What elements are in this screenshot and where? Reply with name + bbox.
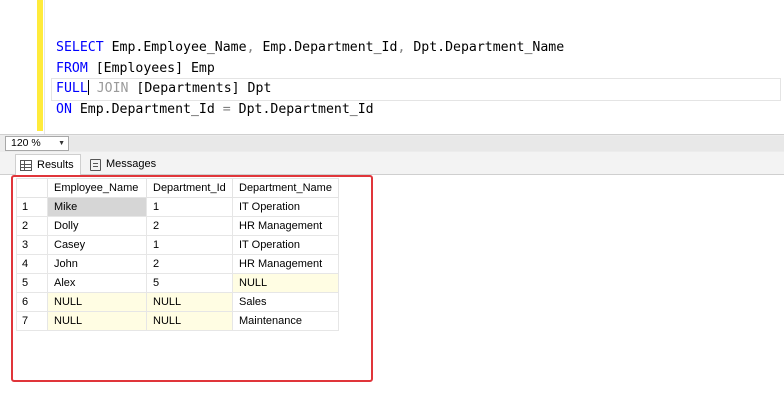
editor-status-bar: 120 % ▼ — [0, 134, 784, 152]
grid-cell[interactable]: NULL — [47, 292, 147, 312]
code-token: JOIN — [88, 81, 137, 96]
zoom-dropdown[interactable]: 120 % ▼ — [5, 136, 69, 151]
row-number[interactable]: 3 — [16, 235, 48, 255]
grid-cell[interactable]: IT Operation — [232, 235, 339, 255]
code-token: [Employees] Emp — [95, 60, 215, 76]
grid-cell[interactable]: 2 — [146, 254, 233, 274]
sql-keyword: ON — [56, 101, 80, 117]
grid-cell[interactable]: HR Management — [232, 216, 339, 236]
sql-keyword: FULL — [56, 81, 88, 96]
table-row[interactable]: 6 NULL NULL Sales — [16, 292, 339, 312]
code-token: Emp.Department_Id — [79, 101, 223, 117]
grid-body: 1 Mike 1 IT Operation 2 Dolly 2 HR Management 3 C… — [16, 197, 339, 331]
grid-cell[interactable]: NULL — [146, 292, 233, 312]
grid-cell[interactable]: 5 — [146, 273, 233, 293]
tab-messages[interactable]: Messages — [86, 154, 166, 175]
grid-cell[interactable]: NULL — [47, 311, 147, 331]
grid-cell[interactable]: Maintenance — [232, 311, 339, 331]
table-row[interactable]: 5 Alex 5 NULL — [16, 273, 339, 293]
code-line[interactable]: ON Emp.Department_Id = Dpt.Department_Id — [56, 100, 780, 121]
table-row[interactable]: 3 Casey 1 IT Operation — [16, 235, 339, 255]
messages-icon — [90, 158, 101, 171]
grid-cell[interactable]: NULL — [146, 311, 233, 331]
code-token: , — [397, 40, 414, 55]
grid-cell[interactable]: Casey — [47, 235, 147, 255]
row-number[interactable]: 5 — [16, 273, 48, 293]
tab-results-label: Results — [37, 158, 74, 171]
row-number[interactable]: 4 — [16, 254, 48, 274]
code-token: Dpt.Department_Name — [413, 40, 565, 55]
row-number[interactable]: 7 — [16, 311, 48, 331]
editor-gutter — [0, 0, 36, 134]
results-pane: Employee_Name Department_Id Department_N… — [0, 176, 784, 396]
grid-cell[interactable]: Dolly — [47, 216, 147, 236]
code-token: Dpt.Department_Id — [238, 101, 374, 117]
gutter-divider — [44, 0, 45, 134]
table-row[interactable]: 7 NULL NULL Maintenance — [16, 311, 339, 331]
grid-cell[interactable]: HR Management — [232, 254, 339, 274]
grid-cell[interactable]: Sales — [232, 292, 339, 312]
grid-cell[interactable]: IT Operation — [232, 197, 339, 217]
grid-cell[interactable]: Mike — [47, 197, 147, 217]
horizontal-scrollbar[interactable] — [70, 136, 784, 151]
sql-keyword: FROM — [56, 60, 96, 76]
grid-icon — [20, 159, 32, 171]
code-token: Emp.Employee_Name — [111, 40, 247, 55]
row-number[interactable]: 2 — [16, 216, 48, 236]
grid-header-row: Employee_Name Department_Id Department_N… — [16, 178, 339, 198]
change-tracking-bar — [37, 0, 43, 131]
grid-cell[interactable]: NULL — [232, 273, 339, 293]
code-line[interactable]: SELECT Emp.Employee_Name, Emp.Department… — [56, 38, 780, 59]
code-line[interactable]: FROM [Employees] Emp — [56, 59, 780, 80]
row-number[interactable]: 6 — [16, 292, 48, 312]
tab-results[interactable]: Results — [15, 154, 81, 175]
row-number-header[interactable] — [16, 178, 48, 198]
dropdown-arrow-icon[interactable]: ▼ — [58, 137, 65, 150]
sql-code[interactable]: SELECT Emp.Employee_Name, Emp.Department… — [51, 38, 781, 121]
grid-cell[interactable]: 1 — [146, 235, 233, 255]
code-token: , — [246, 40, 263, 55]
table-row[interactable]: 2 Dolly 2 HR Management — [16, 216, 339, 236]
column-header[interactable]: Department_Id — [146, 178, 233, 198]
table-row[interactable]: 1 Mike 1 IT Operation — [16, 197, 339, 217]
row-number[interactable]: 1 — [16, 197, 48, 217]
code-token: = — [222, 101, 239, 117]
zoom-value: 120 % — [11, 137, 41, 149]
grid-cell[interactable]: 2 — [146, 216, 233, 236]
results-tabstrip: Results Messages — [0, 152, 784, 175]
sql-keyword: SELECT — [56, 40, 112, 55]
code-token: Emp.Department_Id — [262, 40, 398, 55]
code-line[interactable]: FULL JOIN [Departments] Dpt — [51, 78, 781, 101]
column-header[interactable]: Department_Name — [232, 178, 339, 198]
grid-cell[interactable]: Alex — [47, 273, 147, 293]
results-grid: Employee_Name Department_Id Department_N… — [16, 178, 339, 331]
grid-cell[interactable]: John — [47, 254, 147, 274]
query-editor[interactable]: SELECT Emp.Employee_Name, Emp.Department… — [0, 0, 784, 134]
tab-messages-label: Messages — [106, 158, 157, 170]
code-token: [Departments] Dpt — [136, 81, 272, 96]
table-row[interactable]: 4 John 2 HR Management — [16, 254, 339, 274]
column-header[interactable]: Employee_Name — [47, 178, 147, 198]
grid-cell[interactable]: 1 — [146, 197, 233, 217]
